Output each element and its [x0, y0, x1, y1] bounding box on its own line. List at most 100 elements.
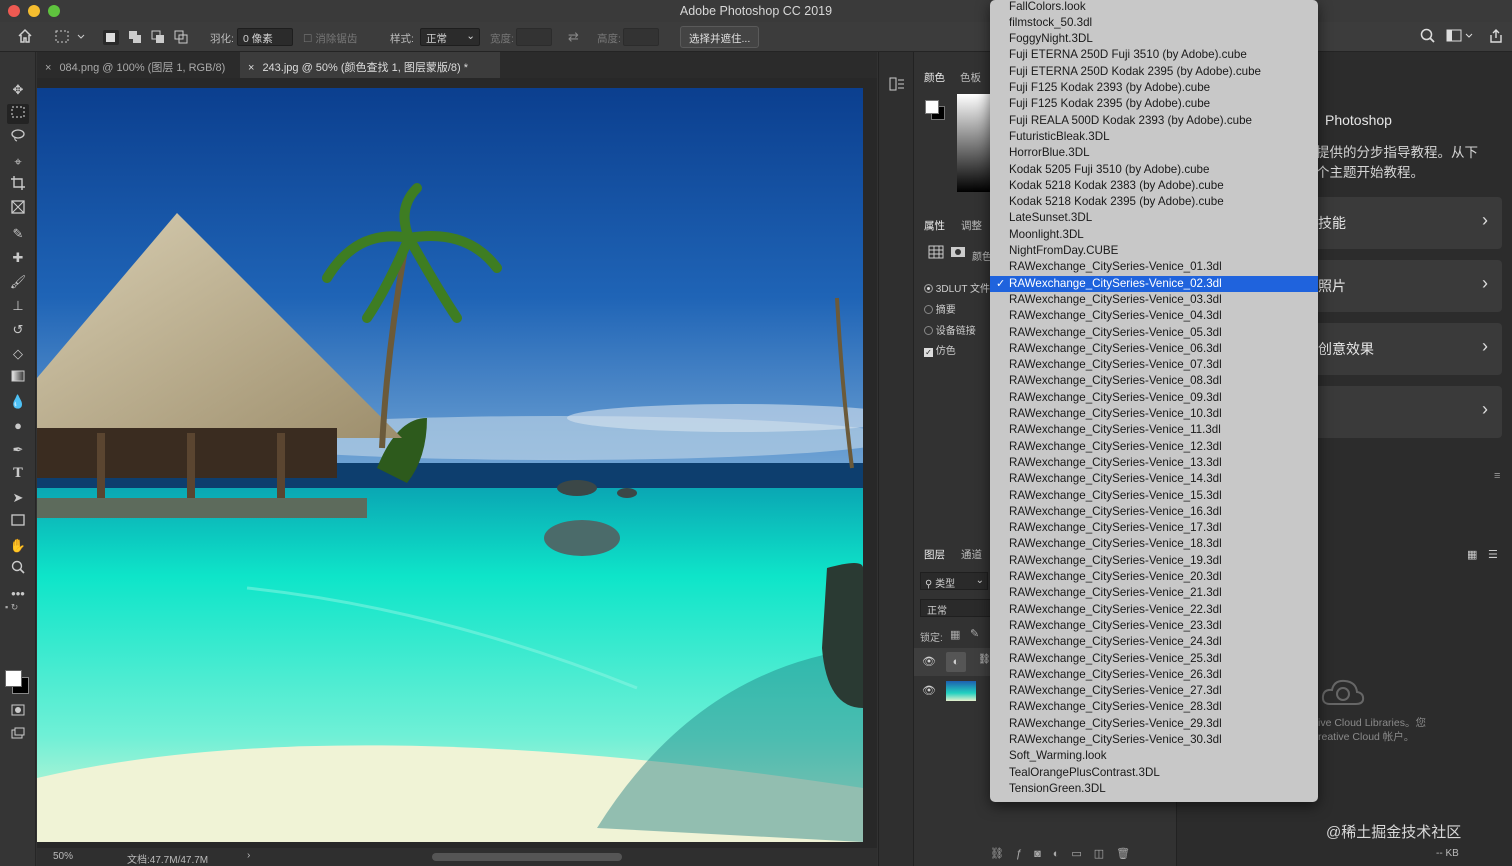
grid-view-icon[interactable]: ▦: [1467, 548, 1477, 561]
clone-stamp-tool-icon[interactable]: ⊥: [7, 296, 29, 316]
learn-card-photos[interactable]: 照片 ›: [1300, 260, 1502, 312]
quick-select-tool-icon[interactable]: ⌖: [7, 152, 29, 172]
lut-menu-item[interactable]: RAWexchange_CitySeries-Venice_11.3dl: [990, 422, 1318, 438]
lut-menu-item[interactable]: RAWexchange_CitySeries-Venice_15.3dl: [990, 488, 1318, 504]
lut-menu-item[interactable]: Fuji F125 Kodak 2395 (by Adobe).cube: [990, 96, 1318, 112]
layer-filter-select[interactable]: ⚲ 类型 ⌄: [920, 572, 988, 590]
lut-menu-item[interactable]: Fuji ETERNA 250D Kodak 2395 (by Adobe).c…: [990, 64, 1318, 80]
lut-menu-item[interactable]: Fuji ETERNA 250D Fuji 3510 (by Adobe).cu…: [990, 47, 1318, 63]
search-icon[interactable]: [1420, 28, 1436, 47]
radio-abstract[interactable]: 摘要: [924, 301, 956, 316]
dodge-tool-icon[interactable]: ●: [7, 416, 29, 436]
crop-tool-icon[interactable]: [7, 176, 29, 196]
lut-menu-item[interactable]: RAWexchange_CitySeries-Venice_08.3dl: [990, 373, 1318, 389]
frame-tool-icon[interactable]: [7, 200, 29, 220]
lut-menu-item[interactable]: FallColors.look: [990, 0, 1318, 15]
marquee-tool-icon[interactable]: [7, 104, 29, 124]
lut-dropdown-menu[interactable]: FallColors.look filmstock_50.3dl FoggyNigh…: [990, 0, 1318, 802]
rectangle-tool-icon[interactable]: [7, 512, 29, 532]
lut-menu-item[interactable]: Kodak 5218 Kodak 2395 (by Adobe).cube: [990, 194, 1318, 210]
chevron-right-icon[interactable]: ›: [247, 850, 250, 861]
history-brush-tool-icon[interactable]: ↺: [7, 320, 29, 340]
healing-brush-tool-icon[interactable]: ✚: [7, 248, 29, 268]
lut-menu-item-selected[interactable]: ✓ RAWexchange_CitySeries-Venice_02.3dl: [990, 275, 1318, 292]
lut-menu-item[interactable]: Fuji REALA 500D Kodak 2393 (by Adobe).cu…: [990, 113, 1318, 129]
lut-menu-item[interactable]: RAWexchange_CitySeries-Venice_27.3dl: [990, 683, 1318, 699]
tab-084-png[interactable]: × 084.png @ 100% (图层 1, RGB/8): [37, 52, 240, 78]
zoom-tool-icon[interactable]: [7, 560, 29, 580]
close-icon[interactable]: ×: [45, 62, 51, 74]
tab-adjustments[interactable]: 调整: [961, 218, 982, 233]
history-panel-icon[interactable]: [889, 76, 905, 95]
radio-device-link[interactable]: 设备链接: [924, 322, 976, 337]
lut-menu-item[interactable]: RAWexchange_CitySeries-Venice_03.3dl: [990, 292, 1318, 308]
lut-menu-item[interactable]: RAWexchange_CitySeries-Venice_16.3dl: [990, 504, 1318, 520]
brush-tool-icon[interactable]: 🖌: [7, 272, 29, 292]
lut-menu-item[interactable]: RAWexchange_CitySeries-Venice_09.3dl: [990, 390, 1318, 406]
lut-menu-item[interactable]: RAWexchange_CitySeries-Venice_19.3dl: [990, 553, 1318, 569]
lut-menu-item[interactable]: RAWexchange_CitySeries-Venice_12.3dl: [990, 439, 1318, 455]
lut-menu-item[interactable]: RAWexchange_CitySeries-Venice_22.3dl: [990, 602, 1318, 618]
height-input[interactable]: [623, 28, 659, 46]
mask-icon[interactable]: [950, 246, 966, 261]
lut-menu-item[interactable]: FoggyNight.3DL: [990, 31, 1318, 47]
lut-menu-item[interactable]: RAWexchange_CitySeries-Venice_20.3dl: [990, 569, 1318, 585]
lut-menu-item[interactable]: FuturisticBleak.3DL: [990, 129, 1318, 145]
lut-menu-item[interactable]: Moonlight.3DL: [990, 227, 1318, 243]
more-tools-icon[interactable]: •••: [7, 584, 29, 604]
layer-footer-icons[interactable]: ⛓ƒ◙◐▭◫🗑: [990, 847, 1170, 863]
lut-menu-item[interactable]: filmstock_50.3dl: [990, 15, 1318, 31]
lut-menu-item[interactable]: RAWexchange_CitySeries-Venice_14.3dl: [990, 471, 1318, 487]
layer-row-background[interactable]: 👁: [914, 677, 990, 705]
lut-menu-item[interactable]: RAWexchange_CitySeries-Venice_05.3dl: [990, 325, 1318, 341]
lut-menu-item[interactable]: RAWexchange_CitySeries-Venice_26.3dl: [990, 667, 1318, 683]
layer-row-color-lookup[interactable]: 👁 ◐ ⛓: [914, 648, 991, 676]
lut-menu-item[interactable]: RAWexchange_CitySeries-Venice_07.3dl: [990, 357, 1318, 373]
tab-channels[interactable]: 通道: [961, 547, 982, 562]
lut-menu-item[interactable]: Kodak 5205 Fuji 3510 (by Adobe).cube: [990, 162, 1318, 178]
lut-menu-item[interactable]: RAWexchange_CitySeries-Venice_18.3dl: [990, 536, 1318, 552]
screen-mode-icon[interactable]: [7, 725, 29, 745]
swap-colors-icon[interactable]: ▪ ↻: [5, 602, 31, 616]
gradient-tool-icon[interactable]: [7, 368, 29, 388]
lock-pixels-icon[interactable]: ✎: [970, 627, 979, 640]
lasso-tool-icon[interactable]: [7, 128, 29, 148]
share-icon[interactable]: [1488, 28, 1504, 47]
lut-menu-item[interactable]: RAWexchange_CitySeries-Venice_24.3dl: [990, 634, 1318, 650]
tab-swatches[interactable]: 色板: [960, 70, 981, 85]
feather-input[interactable]: 0 像素: [237, 28, 293, 46]
pen-tool-icon[interactable]: ✒: [7, 440, 29, 460]
lut-menu-item[interactable]: RAWexchange_CitySeries-Venice_04.3dl: [990, 308, 1318, 324]
learn-card-more[interactable]: ›: [1300, 386, 1502, 438]
swap-icon[interactable]: ⇄: [568, 29, 579, 45]
eyedropper-tool-icon[interactable]: ✎: [7, 224, 29, 244]
lut-menu-item[interactable]: Soft_Warming.look: [990, 748, 1318, 764]
blur-tool-icon[interactable]: 💧: [7, 392, 29, 412]
eraser-tool-icon[interactable]: ◇: [7, 344, 29, 364]
lut-menu-item[interactable]: RAWexchange_CitySeries-Venice_21.3dl: [990, 585, 1318, 601]
fg-color-chip[interactable]: [925, 100, 939, 114]
checkbox-dither[interactable]: ✓ 仿色: [924, 342, 956, 357]
move-tool-icon[interactable]: ✥: [7, 80, 29, 100]
color-field[interactable]: [957, 94, 993, 192]
lut-menu-item[interactable]: LateSunset.3DL: [990, 210, 1318, 226]
lut-menu-item[interactable]: RAWexchange_CitySeries-Venice_17.3dl: [990, 520, 1318, 536]
zoom-level[interactable]: 50%: [53, 851, 73, 862]
lut-menu-item[interactable]: TensionGreen.3DL: [990, 781, 1318, 797]
lut-menu-item[interactable]: RAWexchange_CitySeries-Venice_29.3dl: [990, 716, 1318, 732]
lut-menu-item[interactable]: RAWexchange_CitySeries-Venice_25.3dl: [990, 651, 1318, 667]
close-icon[interactable]: ×: [248, 62, 254, 74]
lut-menu-item[interactable]: RAWexchange_CitySeries-Venice_13.3dl: [990, 455, 1318, 471]
antialias-checkbox[interactable]: ☐ 消除锯齿: [303, 31, 357, 46]
panel-menu-icon[interactable]: ≡: [1494, 470, 1500, 482]
blend-mode-select[interactable]: 正常: [920, 599, 992, 617]
lut-menu-item[interactable]: NightFromDay.CUBE: [990, 243, 1318, 259]
tab-layers[interactable]: 图层: [924, 547, 945, 562]
lut-menu-item[interactable]: HorrorBlue.3DL: [990, 145, 1318, 161]
eye-icon[interactable]: 👁: [922, 655, 936, 668]
lut-menu-item[interactable]: TealOrangePlusContrast.3DL: [990, 765, 1318, 781]
list-view-icon[interactable]: ☰: [1488, 548, 1498, 561]
radio-3dlut[interactable]: 3DLUT 文件: [924, 280, 990, 295]
learn-card-creative[interactable]: 创意效果 ›: [1300, 323, 1502, 375]
learn-card-skills[interactable]: 技能 ›: [1300, 197, 1502, 249]
